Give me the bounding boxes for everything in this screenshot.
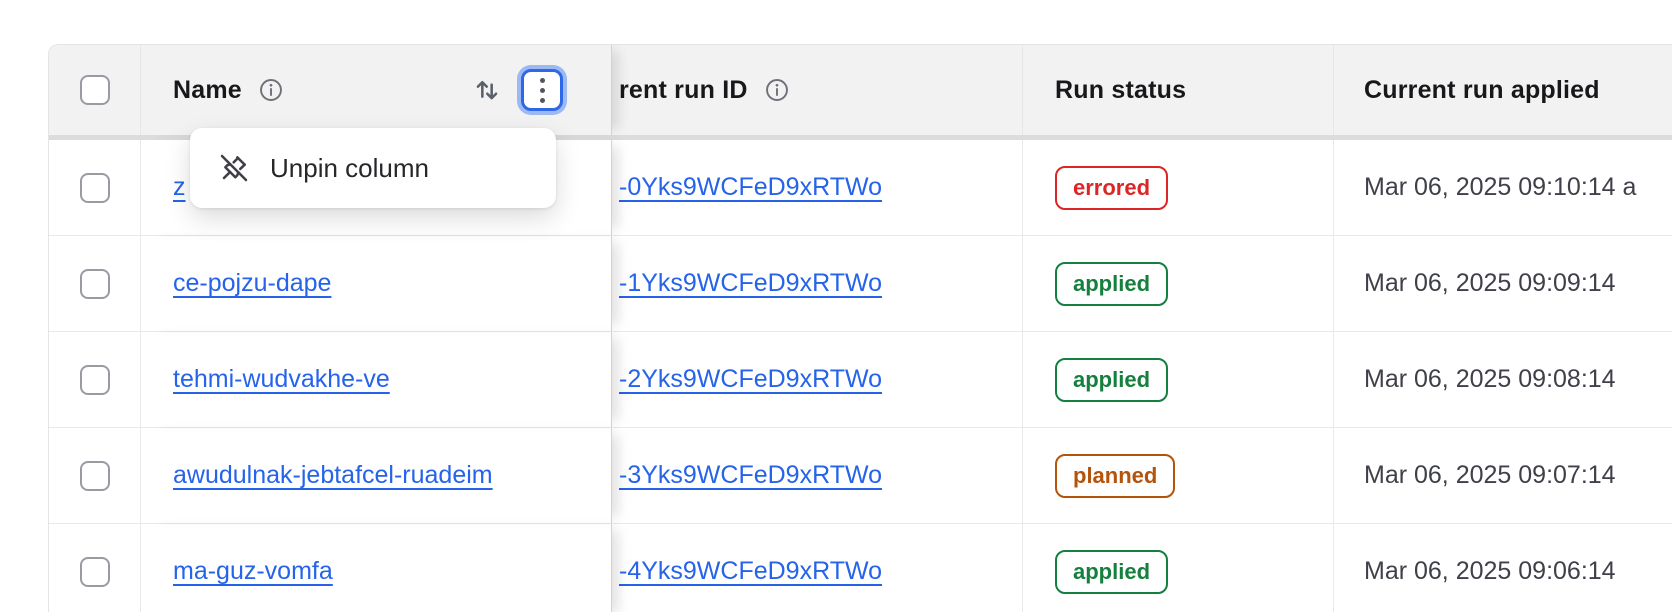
row-name-cell: ma-guz-vomfa — [141, 524, 612, 612]
row-run-status-cell: errored — [1023, 140, 1334, 235]
column-menu-button[interactable] — [521, 69, 563, 111]
run-id-column-label: rent run ID — [619, 76, 748, 105]
applied-timestamp: Mar 06, 2025 09:10:14 a — [1364, 173, 1636, 202]
row-run-id-cell: -0Yks9WCFeD9xRTWo — [612, 140, 1023, 235]
row-checkbox[interactable] — [80, 269, 110, 299]
header-name-cell: Name — [141, 45, 612, 135]
applied-timestamp: Mar 06, 2025 09:06:14 — [1364, 557, 1616, 586]
column-dropdown-menu: Unpin column — [190, 128, 556, 208]
row-select-cell — [49, 332, 141, 427]
table-header-row: Name — [49, 45, 1672, 140]
status-badge: errored — [1055, 166, 1168, 210]
row-current-run-applied-cell: Mar 06, 2025 09:07:14 — [1334, 428, 1672, 523]
name-link[interactable]: ce-pojzu-dape — [173, 269, 331, 298]
status-badge: applied — [1055, 262, 1168, 306]
menu-item-unpin-column[interactable]: Unpin column — [190, 152, 556, 184]
table-page: Name — [0, 0, 1672, 612]
applied-timestamp: Mar 06, 2025 09:08:14 — [1364, 365, 1616, 394]
header-current-run-applied-cell: Current run applied — [1334, 45, 1672, 135]
menu-item-label: Unpin column — [270, 153, 429, 184]
table-row: ce-pojzu-dape -1Yks9WCFeD9xRTWo applied … — [49, 236, 1672, 332]
table-row: ma-guz-vomfa -4Yks9WCFeD9xRTWo applied M… — [49, 524, 1672, 612]
run-id-link[interactable]: -2Yks9WCFeD9xRTWo — [619, 365, 882, 394]
run-status-column-label: Run status — [1055, 76, 1186, 105]
run-id-link[interactable]: -4Yks9WCFeD9xRTWo — [619, 557, 882, 586]
row-run-id-cell: -3Yks9WCFeD9xRTWo — [612, 428, 1023, 523]
row-current-run-applied-cell: Mar 06, 2025 09:08:14 — [1334, 332, 1672, 427]
table-body: z -0Yks9WCFeD9xRTWo errored Mar 06, 2025… — [49, 140, 1672, 612]
row-run-status-cell: applied — [1023, 236, 1334, 331]
header-run-status-cell: Run status — [1023, 45, 1334, 135]
row-select-cell — [49, 524, 141, 612]
row-current-run-applied-cell: Mar 06, 2025 09:09:14 — [1334, 236, 1672, 331]
run-id-link[interactable]: -1Yks9WCFeD9xRTWo — [619, 269, 882, 298]
status-badge: applied — [1055, 550, 1168, 594]
row-checkbox[interactable] — [80, 365, 110, 395]
applied-timestamp: Mar 06, 2025 09:09:14 — [1364, 269, 1616, 298]
info-icon[interactable] — [258, 77, 284, 103]
row-run-status-cell: planned — [1023, 428, 1334, 523]
row-checkbox[interactable] — [80, 173, 110, 203]
name-link[interactable]: tehmi-wudvakhe-ve — [173, 365, 390, 394]
row-current-run-applied-cell: Mar 06, 2025 09:06:14 — [1334, 524, 1672, 612]
row-current-run-applied-cell: Mar 06, 2025 09:10:14 a — [1334, 140, 1672, 235]
row-name-cell: tehmi-wudvakhe-ve — [141, 332, 612, 427]
info-icon[interactable] — [764, 77, 790, 103]
sort-icon[interactable] — [471, 74, 503, 106]
select-all-checkbox[interactable] — [80, 75, 110, 105]
run-id-link[interactable]: -0Yks9WCFeD9xRTWo — [619, 173, 882, 202]
table-row: tehmi-wudvakhe-ve -2Yks9WCFeD9xRTWo appl… — [49, 332, 1672, 428]
table-row: awudulnak-jebtafcel-ruadeim -3Yks9WCFeD9… — [49, 428, 1672, 524]
pin-off-icon — [218, 152, 250, 184]
row-checkbox[interactable] — [80, 461, 110, 491]
row-run-id-cell: -1Yks9WCFeD9xRTWo — [612, 236, 1023, 331]
row-run-id-cell: -4Yks9WCFeD9xRTWo — [612, 524, 1023, 612]
header-select-all-cell — [49, 45, 141, 135]
name-link[interactable]: awudulnak-jebtafcel-ruadeim — [173, 461, 493, 490]
current-run-applied-column-label: Current run applied — [1364, 76, 1600, 105]
name-link[interactable]: z — [173, 173, 186, 202]
applied-timestamp: Mar 06, 2025 09:07:14 — [1364, 461, 1616, 490]
status-badge: applied — [1055, 358, 1168, 402]
row-select-cell — [49, 236, 141, 331]
status-badge: planned — [1055, 454, 1175, 498]
row-checkbox[interactable] — [80, 557, 110, 587]
row-select-cell — [49, 140, 141, 235]
run-id-link[interactable]: -3Yks9WCFeD9xRTWo — [619, 461, 882, 490]
row-run-status-cell: applied — [1023, 332, 1334, 427]
row-select-cell — [49, 428, 141, 523]
name-column-label: Name — [173, 76, 242, 105]
header-run-id-cell: rent run ID — [612, 45, 1023, 135]
row-name-cell: awudulnak-jebtafcel-ruadeim — [141, 428, 612, 523]
kebab-icon — [540, 78, 545, 103]
name-link[interactable]: ma-guz-vomfa — [173, 557, 333, 586]
row-name-cell: ce-pojzu-dape — [141, 236, 612, 331]
row-run-status-cell: applied — [1023, 524, 1334, 612]
row-run-id-cell: -2Yks9WCFeD9xRTWo — [612, 332, 1023, 427]
